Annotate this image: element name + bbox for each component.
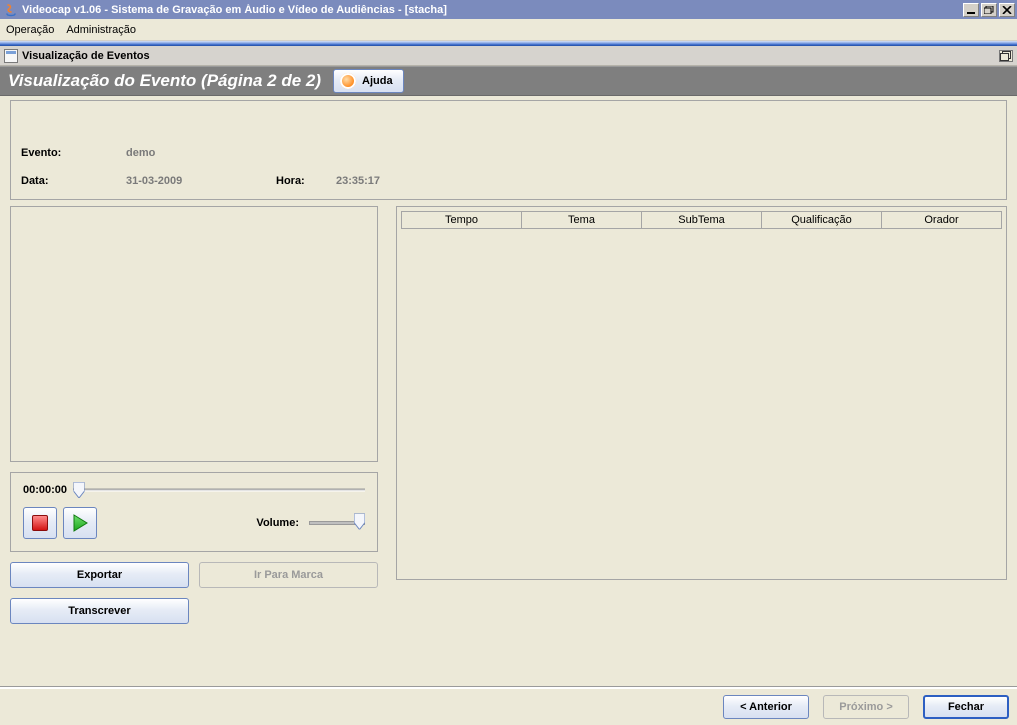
table-header-row: Tempo Tema SubTema Qualificação Orador	[402, 212, 1002, 229]
data-value: 31-03-2009	[126, 175, 276, 187]
fechar-button[interactable]: Fechar	[923, 695, 1009, 719]
ir-para-marca-button[interactable]: Ir Para Marca	[199, 562, 378, 588]
play-icon	[71, 514, 89, 532]
exportar-label: Exportar	[77, 569, 122, 581]
internal-frame-title: Visualização de Eventos	[22, 50, 150, 62]
transcrever-label: Transcrever	[68, 605, 130, 617]
col-orador[interactable]: Orador	[882, 212, 1002, 229]
marks-table[interactable]: Tempo Tema SubTema Qualificação Orador	[401, 211, 1002, 229]
window-restore-button[interactable]	[981, 3, 997, 17]
menubar: Operação Administração	[0, 19, 1017, 41]
volume-label: Volume:	[256, 517, 299, 529]
volume-slider-thumb-icon	[354, 514, 365, 533]
stop-button[interactable]	[23, 507, 57, 539]
col-tema[interactable]: Tema	[522, 212, 642, 229]
java-app-icon	[4, 3, 18, 17]
seek-slider[interactable]	[73, 483, 365, 497]
playback-time: 00:00:00	[23, 484, 67, 496]
page-title-bar: Visualização do Evento (Página 2 de 2) A…	[0, 66, 1017, 96]
window-minimize-button[interactable]	[963, 3, 979, 17]
marks-table-panel: Tempo Tema SubTema Qualificação Orador	[396, 206, 1007, 580]
window-close-button[interactable]	[999, 3, 1015, 17]
window-icon	[4, 49, 18, 63]
menu-administracao[interactable]: Administração	[66, 24, 136, 36]
menu-operacao[interactable]: Operação	[6, 24, 54, 36]
evento-value: demo	[126, 147, 155, 159]
playback-panel: 00:00:00	[10, 472, 378, 552]
lifebuoy-icon	[340, 73, 356, 89]
col-subtema[interactable]: SubTema	[642, 212, 762, 229]
evento-label: Evento:	[21, 147, 126, 159]
anterior-label: < Anterior	[740, 701, 792, 713]
hora-label: Hora:	[276, 175, 336, 187]
ir-para-marca-label: Ir Para Marca	[254, 569, 323, 581]
col-qualificacao[interactable]: Qualificação	[762, 212, 882, 229]
help-button-label: Ajuda	[362, 75, 393, 87]
window-titlebar: Videocap v1.06 - Sistema de Gravação em …	[0, 0, 1017, 19]
page-title: Visualização do Evento (Página 2 de 2)	[8, 71, 321, 91]
seek-slider-thumb-icon	[74, 482, 85, 498]
transcrever-button[interactable]: Transcrever	[10, 598, 189, 624]
internal-frame-header: Visualização de Eventos	[0, 46, 1017, 66]
play-button[interactable]	[63, 507, 97, 539]
fechar-label: Fechar	[948, 701, 984, 713]
video-preview-area	[10, 206, 378, 462]
proximo-label: Próximo >	[839, 701, 893, 713]
help-button[interactable]: Ajuda	[333, 69, 404, 93]
col-tempo[interactable]: Tempo	[402, 212, 522, 229]
proximo-button[interactable]: Próximo >	[823, 695, 909, 719]
anterior-button[interactable]: < Anterior	[723, 695, 809, 719]
window-title: Videocap v1.06 - Sistema de Gravação em …	[22, 4, 963, 16]
wizard-footer: < Anterior Próximo > Fechar	[0, 687, 1017, 725]
volume-slider[interactable]	[309, 516, 365, 530]
event-info-panel: Evento: demo Data: 31-03-2009 Hora: 23:3…	[10, 100, 1007, 200]
data-label: Data:	[21, 175, 126, 187]
stop-icon	[32, 515, 48, 531]
exportar-button[interactable]: Exportar	[10, 562, 189, 588]
internal-frame-restore-button[interactable]	[999, 50, 1013, 62]
hora-value: 23:35:17	[336, 175, 380, 187]
